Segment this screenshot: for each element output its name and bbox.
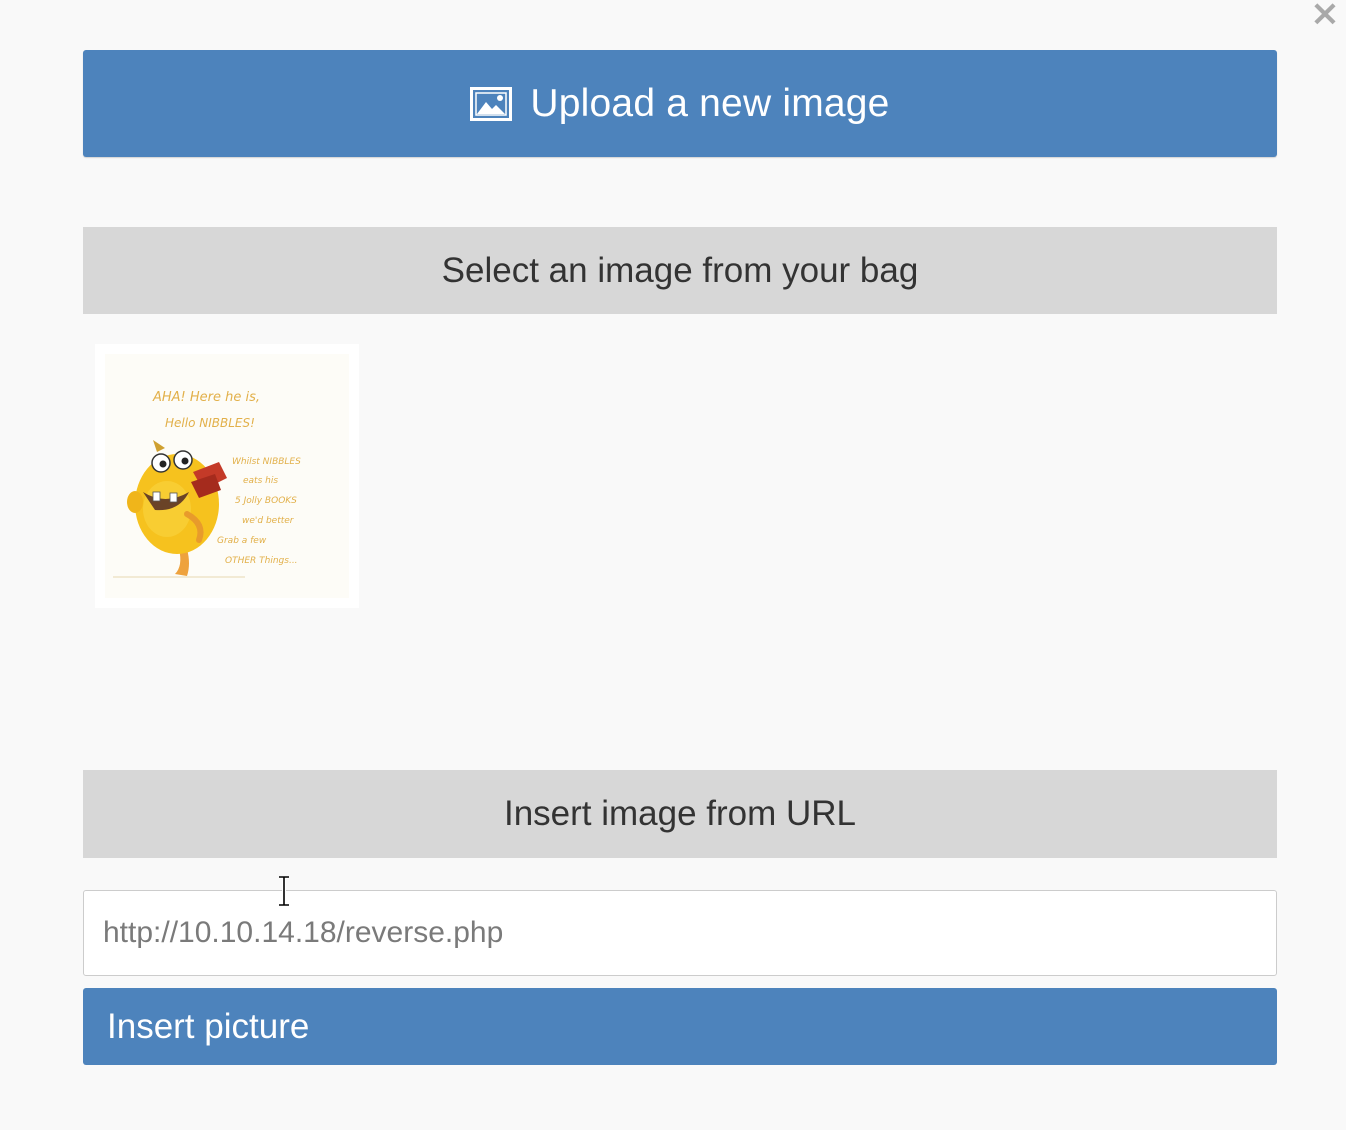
bag-image-text-6: Grab a few bbox=[217, 536, 267, 546]
bag-image-thumbnail[interactable]: AHA! Here he is, Hello NIBBLES! Whilst N… bbox=[95, 344, 359, 608]
nibbles-illustration: AHA! Here he is, Hello NIBBLES! Whilst N… bbox=[95, 344, 359, 608]
bag-image-text-4: 5 Jolly BOOKS bbox=[235, 496, 297, 506]
text-cursor-icon bbox=[277, 875, 291, 907]
close-button[interactable]: × bbox=[1308, 0, 1342, 32]
url-section-header[interactable]: Insert image from URL bbox=[83, 770, 1277, 858]
upload-image-button[interactable]: Upload a new image bbox=[83, 50, 1277, 157]
image-icon bbox=[470, 86, 513, 121]
bag-section-header[interactable]: Select an image from your bag bbox=[83, 227, 1277, 314]
upload-image-label: Upload a new image bbox=[530, 81, 890, 125]
url-section-title: Insert image from URL bbox=[503, 794, 857, 833]
bag-image-text-1: Hello NIBBLES! bbox=[165, 416, 255, 430]
insert-picture-button[interactable]: Insert picture bbox=[83, 988, 1277, 1065]
bag-image-text-5: we'd better bbox=[242, 516, 295, 526]
image-url-input[interactable] bbox=[83, 890, 1277, 976]
bag-image-text-3: eats his bbox=[243, 476, 278, 486]
bag-image-text-2: Whilst NIBBLES bbox=[232, 457, 301, 467]
bag-section-title: Select an image from your bag bbox=[441, 250, 919, 290]
insert-picture-label: Insert picture bbox=[107, 1006, 310, 1046]
bag-image-text-0: AHA! Here he is, bbox=[152, 390, 260, 405]
bag-image-text-7: OTHER Things... bbox=[225, 556, 298, 566]
